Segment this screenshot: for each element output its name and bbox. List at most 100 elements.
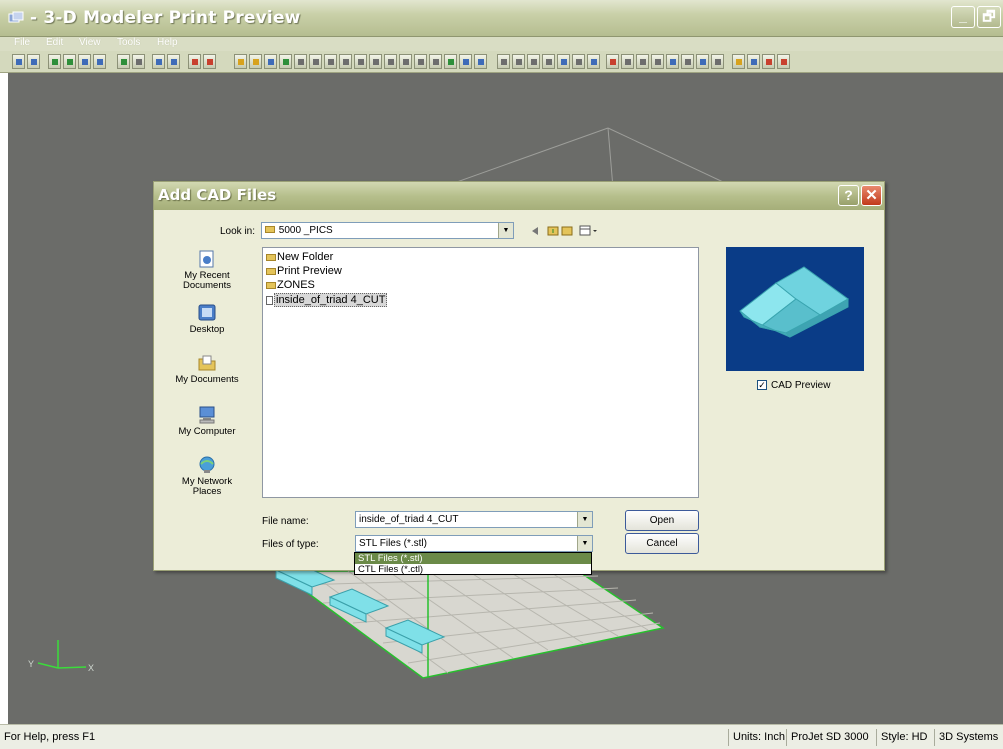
view-menu-button[interactable] <box>578 222 600 238</box>
file-name-value: inside_of_triad 4_CUT <box>359 514 459 525</box>
back-button[interactable] <box>530 222 546 238</box>
toolbar-button[interactable] <box>354 54 367 69</box>
dialog-title-bar[interactable]: Add CAD Files ? ✕ <box>154 182 884 210</box>
cancel-button[interactable]: Cancel <box>625 533 699 554</box>
toolbar-button[interactable] <box>399 54 412 69</box>
toolbar-button[interactable] <box>27 54 40 69</box>
toolbar-button[interactable] <box>384 54 397 69</box>
toolbar-button[interactable] <box>512 54 525 69</box>
toolbar-button[interactable] <box>621 54 634 69</box>
dropdown-option-stl[interactable]: STL Files (*.stl) <box>355 553 591 564</box>
toolbar-button[interactable] <box>587 54 600 69</box>
list-item-folder[interactable]: New Folder <box>266 251 333 263</box>
toolbar-button[interactable] <box>572 54 585 69</box>
toolbar-button[interactable] <box>339 54 352 69</box>
toolbar-button[interactable] <box>429 54 442 69</box>
toolbar-button[interactable] <box>732 54 745 69</box>
file-type-dropdown: STL Files (*.stl) CTL Files (*.ctl) <box>354 552 592 575</box>
place-my-computer[interactable]: My Computer <box>168 406 246 437</box>
minimize-button[interactable]: _ <box>951 6 975 28</box>
menu-tools[interactable]: Tools <box>117 37 140 48</box>
toolbar-button[interactable] <box>542 54 555 69</box>
menu-view[interactable]: View <box>79 37 101 48</box>
toolbar-button[interactable] <box>203 54 216 69</box>
toolbar-button[interactable] <box>762 54 775 69</box>
toolbar-button[interactable] <box>474 54 487 69</box>
look-in-combo[interactable]: 5000 _PICS ▼ <box>261 222 514 239</box>
toolbar-button[interactable] <box>557 54 570 69</box>
toolbar-button[interactable] <box>93 54 106 69</box>
my-documents-icon <box>198 355 216 371</box>
create-new-folder-button[interactable] <box>560 222 574 238</box>
chevron-down-icon[interactable]: ▼ <box>577 536 592 551</box>
files-of-type-label: Files of type: <box>262 539 319 550</box>
look-in-value: 5000 _PICS <box>278 225 333 236</box>
list-item-file[interactable]: inside_of_triad 4_CUT <box>266 293 388 307</box>
status-help-text: For Help, press F1 <box>4 731 96 743</box>
toolbar-button[interactable] <box>696 54 709 69</box>
toolbar-button[interactable] <box>264 54 277 69</box>
menu-file[interactable]: File <box>14 37 30 48</box>
list-item-folder[interactable]: Print Preview <box>266 265 342 277</box>
toolbar-button[interactable] <box>117 54 130 69</box>
toolbar-button[interactable] <box>152 54 165 69</box>
toolbar-button[interactable] <box>711 54 724 69</box>
toolbar-button[interactable] <box>12 54 25 69</box>
chevron-down-icon[interactable]: ▼ <box>498 223 513 238</box>
toolbar-button[interactable] <box>497 54 510 69</box>
toolbar-button[interactable] <box>651 54 664 69</box>
toolbar-button[interactable] <box>63 54 76 69</box>
cad-preview-checkbox[interactable]: ✓ <box>757 380 767 390</box>
place-my-network-places[interactable]: My Network Places <box>168 456 246 497</box>
menu-edit[interactable]: Edit <box>46 37 63 48</box>
chevron-down-icon[interactable]: ▼ <box>577 512 592 527</box>
file-item-label: ZONES <box>277 279 315 291</box>
toolbar-button[interactable] <box>414 54 427 69</box>
toolbar-button[interactable] <box>777 54 790 69</box>
status-bar: For Help, press F1 Units: Inch ProJet SD… <box>0 724 1003 749</box>
close-button[interactable]: ✕ <box>861 185 882 206</box>
dropdown-option-ctl[interactable]: CTL Files (*.ctl) <box>355 564 591 575</box>
open-button[interactable]: Open <box>625 510 699 531</box>
recent-documents-icon <box>199 250 214 268</box>
place-label: Desktop <box>189 324 225 335</box>
toolbar-button[interactable] <box>167 54 180 69</box>
up-one-level-button[interactable] <box>546 222 560 238</box>
toolbar-button[interactable] <box>681 54 694 69</box>
file-name-field[interactable]: inside_of_triad 4_CUT ▼ <box>355 511 593 528</box>
files-of-type-select[interactable]: STL Files (*.stl) ▼ <box>355 535 593 552</box>
toolbar-button[interactable] <box>324 54 337 69</box>
toolbar-button[interactable] <box>78 54 91 69</box>
title-bar[interactable]: - 3-D Modeler Print Preview _ 🗗 <box>0 0 1003 37</box>
restore-button[interactable]: 🗗 <box>977 6 1001 28</box>
toolbar-button[interactable] <box>606 54 619 69</box>
toolbar-button[interactable] <box>444 54 457 69</box>
toolbar-button[interactable] <box>527 54 540 69</box>
place-my-documents[interactable]: My Documents <box>168 354 246 385</box>
toolbar-button[interactable] <box>666 54 679 69</box>
toolbar-button[interactable] <box>234 54 247 69</box>
toolbar-button[interactable] <box>294 54 307 69</box>
place-my-recent-documents[interactable]: My Recent Documents <box>168 250 246 291</box>
list-item-folder[interactable]: ZONES <box>266 279 315 291</box>
place-desktop[interactable]: Desktop <box>168 304 246 335</box>
menu-help[interactable]: Help <box>157 37 178 48</box>
help-button[interactable]: ? <box>838 185 859 206</box>
place-label: My Recent Documents <box>182 270 232 291</box>
toolbar-button[interactable] <box>369 54 382 69</box>
status-style: Style: HD <box>876 729 931 746</box>
status-units: Units: Inch <box>728 729 789 746</box>
folder-icon <box>265 226 275 233</box>
file-item-label: Print Preview <box>277 265 342 277</box>
toolbar-button[interactable] <box>279 54 292 69</box>
toolbar-button[interactable] <box>48 54 61 69</box>
toolbar-button[interactable] <box>459 54 472 69</box>
file-list[interactable]: New Folder Print Preview ZONES inside_of… <box>262 247 699 498</box>
toolbar-button[interactable] <box>132 54 145 69</box>
toolbar-button[interactable] <box>747 54 760 69</box>
toolbar-button[interactable] <box>309 54 322 69</box>
toolbar-button[interactable] <box>188 54 201 69</box>
toolbar <box>0 51 1003 73</box>
toolbar-button[interactable] <box>636 54 649 69</box>
toolbar-button[interactable] <box>249 54 262 69</box>
